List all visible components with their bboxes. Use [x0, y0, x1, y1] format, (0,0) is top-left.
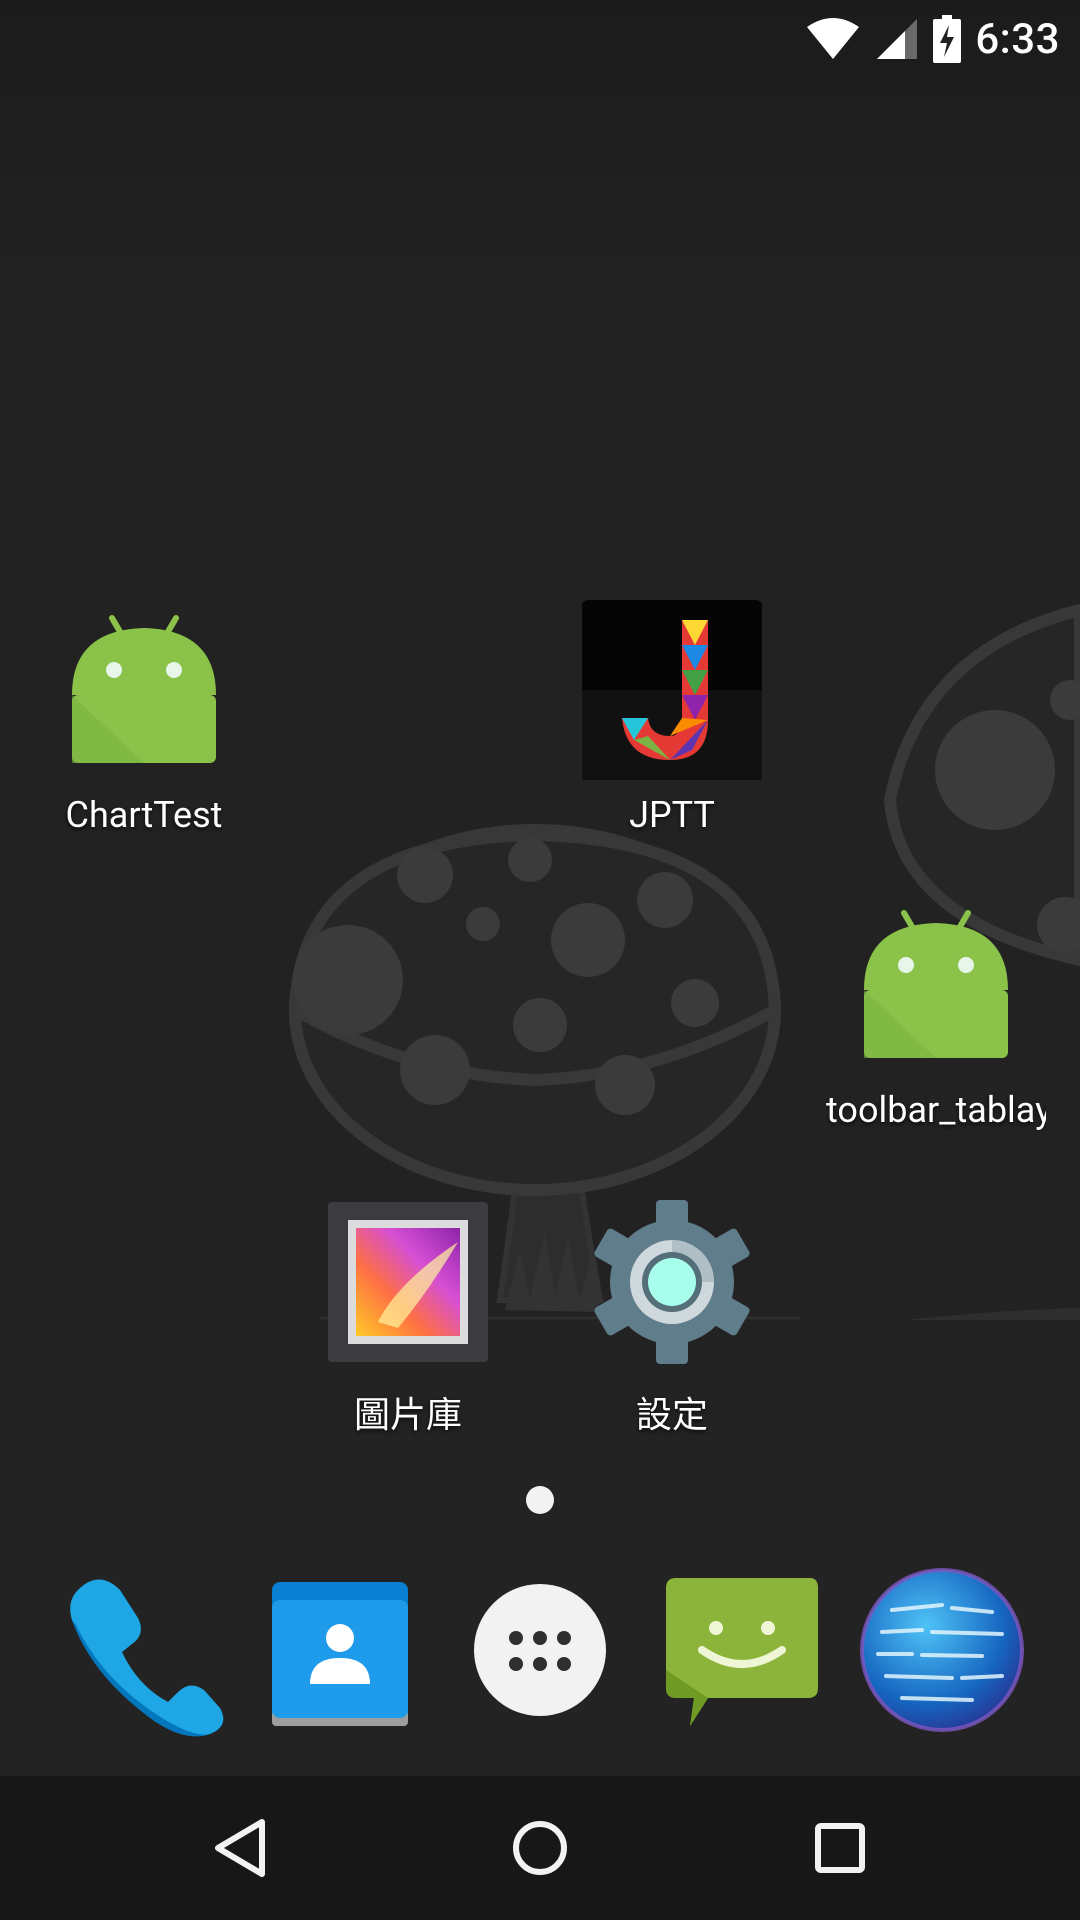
nav-recents-button[interactable]: [790, 1798, 890, 1898]
back-icon: [215, 1819, 265, 1877]
settings-gear-icon: [594, 1200, 750, 1364]
app-drawer-icon[interactable]: [450, 1560, 630, 1740]
home-icon: [513, 1821, 567, 1875]
page-indicator-dot: [526, 1486, 554, 1514]
recents-icon: [815, 1823, 865, 1873]
app-toolbar-tablayout[interactable]: toolbar_tablay..: [826, 895, 1046, 1131]
app-label: JPTT: [629, 794, 715, 836]
app-label: toolbar_tablay..: [826, 1089, 1046, 1131]
status-bar: 6:33: [0, 0, 1080, 78]
android-robot-icon: [864, 910, 1008, 1058]
jptt-icon: [582, 600, 762, 780]
nav-home-button[interactable]: [490, 1798, 590, 1898]
navigation-bar: [0, 1776, 1080, 1920]
cell-signal-icon: [877, 19, 918, 59]
contacts-icon[interactable]: [250, 1560, 430, 1740]
app-label: 圖片庫: [353, 1394, 462, 1436]
app-settings[interactable]: 設定: [562, 1192, 782, 1438]
status-clock: 6:33: [975, 14, 1060, 64]
wifi-icon: [807, 18, 860, 59]
app-jptt[interactable]: JPTT: [562, 600, 782, 836]
messaging-icon[interactable]: [650, 1560, 830, 1740]
battery-charging-icon: [933, 15, 962, 63]
nav-back-button[interactable]: [190, 1798, 290, 1898]
app-label: ChartTest: [65, 794, 223, 836]
status-icons: 6:33: [805, 0, 1060, 78]
app-gallery[interactable]: 圖片庫: [298, 1192, 518, 1438]
gallery-icon: [328, 1202, 488, 1362]
browser-globe-icon[interactable]: [852, 1560, 1032, 1740]
android-robot-icon: [72, 615, 216, 763]
dock: [0, 1540, 1080, 1760]
phone-icon[interactable]: [50, 1560, 230, 1740]
app-label: 設定: [635, 1394, 708, 1436]
app-charttest[interactable]: ChartTest: [34, 600, 254, 836]
